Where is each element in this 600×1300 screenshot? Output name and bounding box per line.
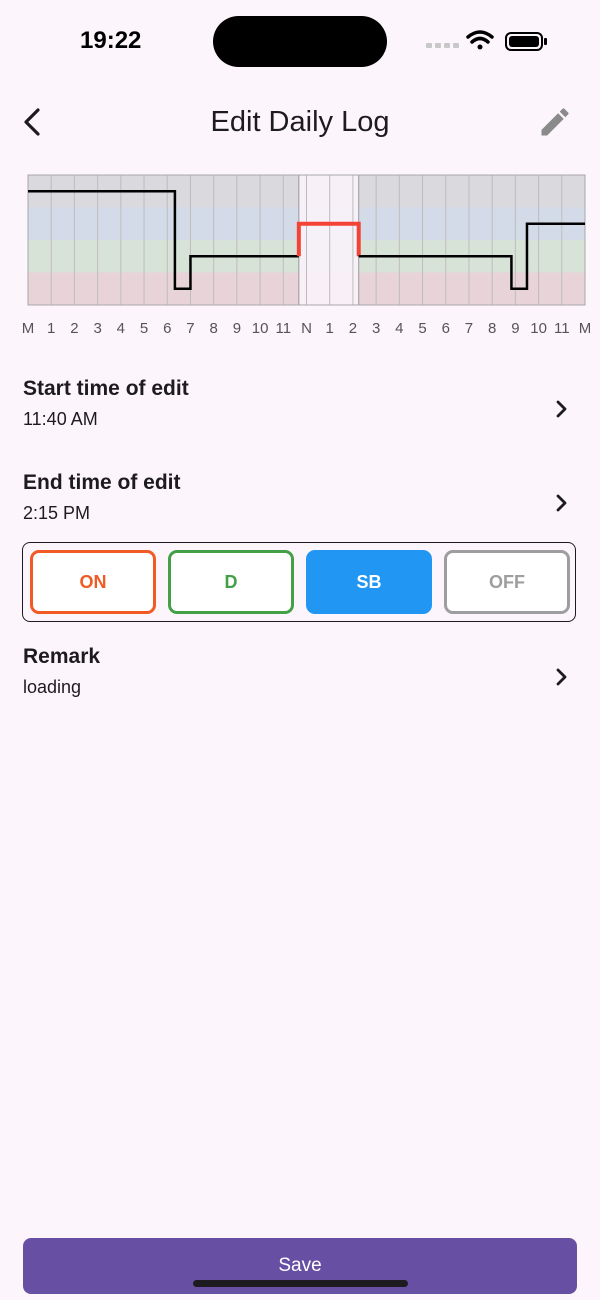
chart-tick-label: 6 (163, 320, 171, 337)
chart-tick-label: 3 (93, 320, 101, 337)
chart-tick-label: N (301, 320, 312, 337)
start-time-row[interactable]: Start time of edit 11:40 AM (0, 377, 600, 447)
chart-tick-label: 1 (47, 320, 55, 337)
chart-tick-label: 7 (186, 320, 194, 337)
chart-tick-label: 4 (395, 320, 403, 337)
chart-tick-label: 4 (117, 320, 125, 337)
chart-tick-label: 1 (326, 320, 334, 337)
status-off-button[interactable]: OFF (444, 550, 570, 614)
dynamic-island (213, 16, 387, 67)
chart-tick-label: M (22, 320, 35, 337)
wifi-icon (466, 30, 494, 50)
remark-value: loading (23, 677, 82, 697)
end-time-value: 2:15 PM (23, 503, 91, 523)
status-icons (426, 30, 547, 51)
chart-tick-label: 9 (233, 320, 241, 337)
chevron-right-icon (556, 668, 567, 686)
chart-tick-label: 6 (442, 320, 450, 337)
chart-tick-label: M (579, 320, 592, 337)
remark-row[interactable]: Remark loading (0, 645, 600, 715)
status-d-button[interactable]: D (168, 550, 294, 614)
chart-tick-label: 7 (465, 320, 473, 337)
chart-tick-label: 5 (418, 320, 426, 337)
chart-tick-label: 2 (349, 320, 357, 337)
chart-tick-label: 3 (372, 320, 380, 337)
status-bar: 19:22 (0, 0, 600, 84)
chevron-right-icon (556, 400, 567, 418)
chart-svg: M 1 2 3 4 5 6 7 8 9 10 11 N 1 2 3 4 5 6 7 8 9 10 11 M (22, 174, 592, 337)
chart-tick-label: 9 (511, 320, 519, 337)
status-time: 19:22 (80, 27, 142, 54)
start-time-title: Start time of edit (23, 377, 189, 400)
app-bar: Edit Daily Log (0, 88, 600, 158)
chart-tick-label: 10 (252, 320, 269, 337)
start-time-value: 11:40 AM (23, 409, 98, 429)
signal-icon (426, 43, 459, 48)
chart-tick-label: 2 (70, 320, 78, 337)
end-time-row[interactable]: End time of edit 2:15 PM (0, 471, 600, 541)
daily-log-chart[interactable]: M 1 2 3 4 5 6 7 8 9 10 11 N 1 2 3 4 5 6 7 8 9 10 11 M (20, 170, 595, 340)
chevron-right-icon (556, 494, 567, 512)
status-on-button[interactable]: ON (30, 550, 156, 614)
remark-title: Remark (23, 645, 101, 668)
chart-edit-highlight (298, 175, 359, 305)
home-indicator (193, 1280, 408, 1287)
battery-icon (505, 32, 547, 51)
pencil-icon[interactable] (537, 104, 573, 140)
chart-tick-label: 11 (554, 320, 570, 337)
status-sb-button[interactable]: SB (306, 550, 432, 614)
duty-status-selector: ON D SB OFF (22, 542, 576, 622)
chart-tick-label: 8 (488, 320, 496, 337)
chart-tick-label: 11 (276, 320, 292, 337)
page-title: Edit Daily Log (210, 106, 390, 138)
chart-tick-label: 10 (530, 320, 547, 337)
chart-tick-label: 5 (140, 320, 148, 337)
chart-tick-label: 8 (209, 320, 217, 337)
end-time-title: End time of edit (23, 471, 181, 494)
